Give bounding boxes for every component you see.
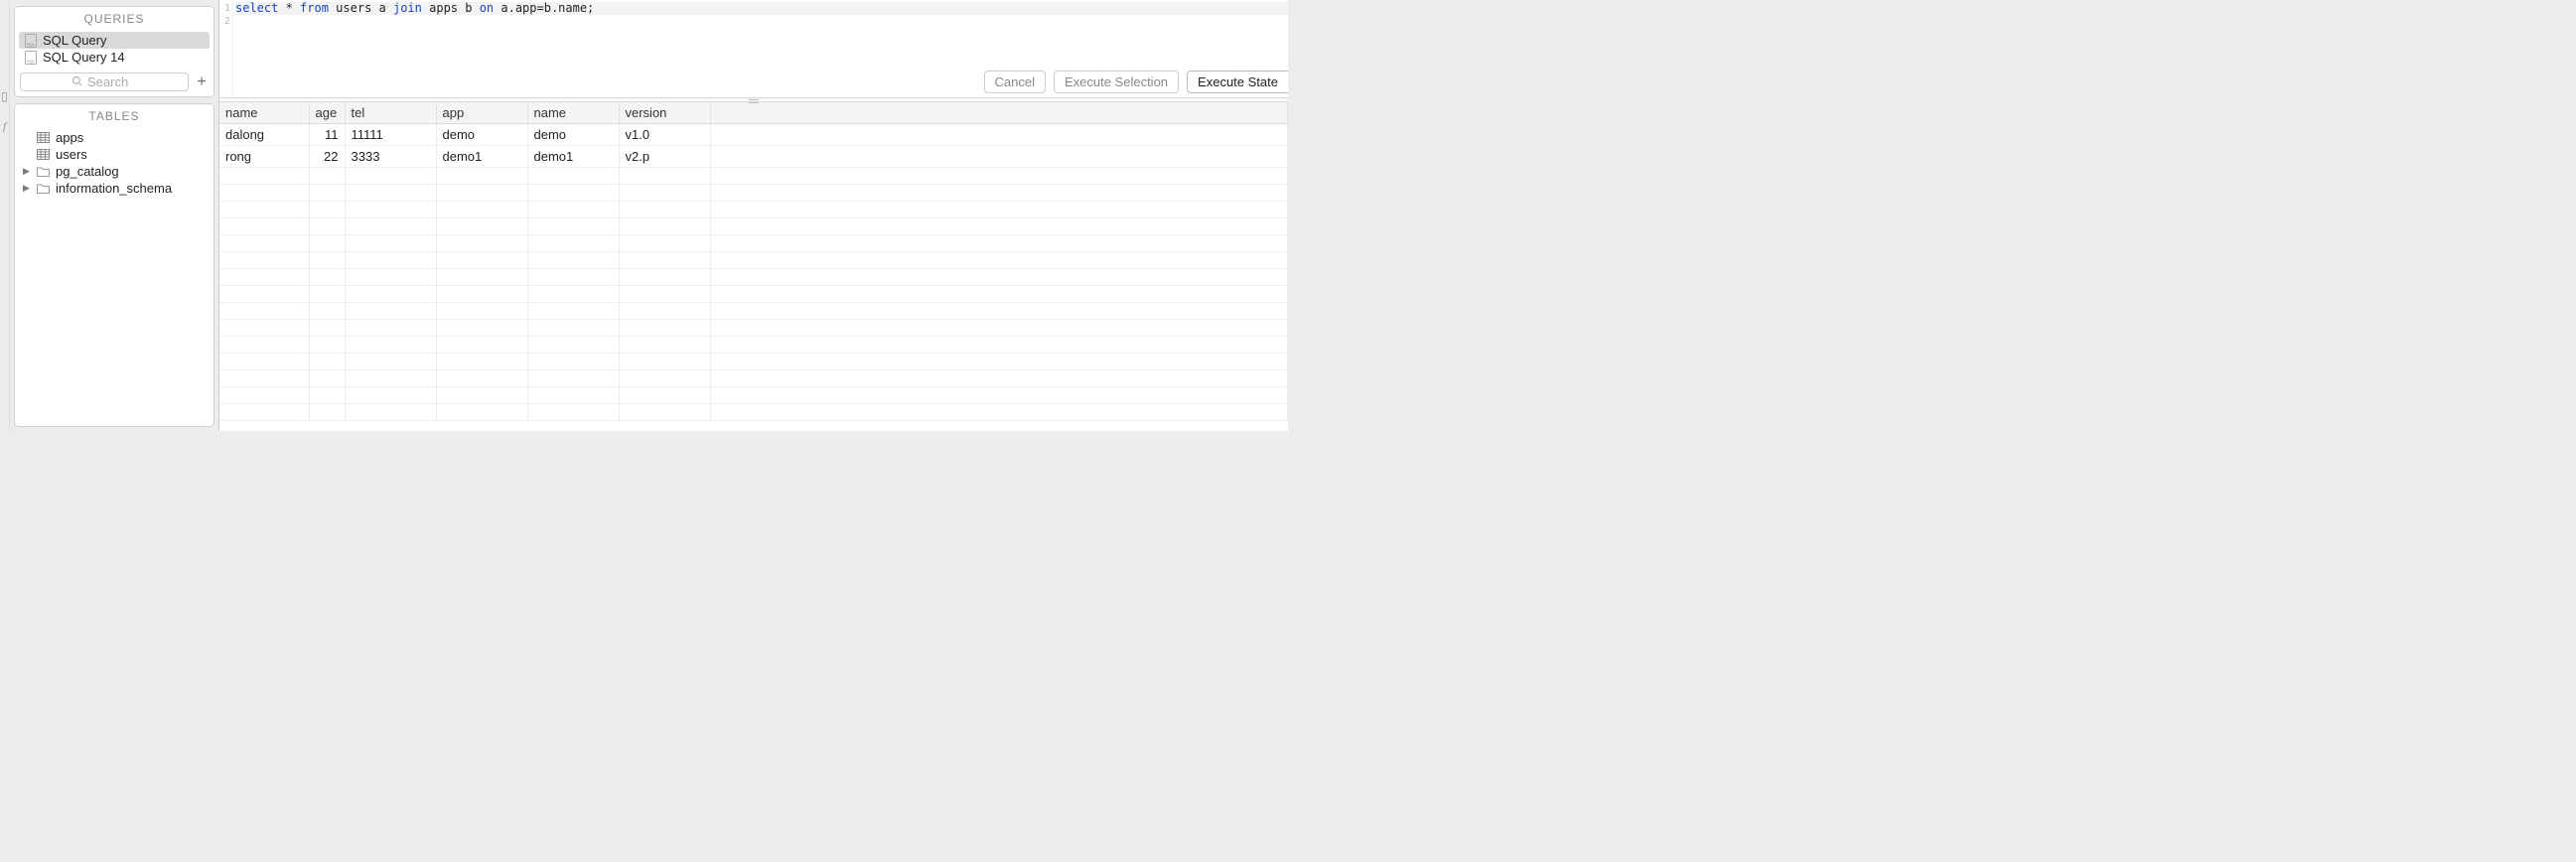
table-item[interactable]: users — [15, 146, 214, 163]
tables-header: TABLES — [15, 104, 214, 127]
app-root: ▯ f QUERIES SQL Query SQL Query 14 — [0, 0, 1288, 431]
editor-gutter: 1 2 — [219, 0, 233, 97]
column-header[interactable]: name — [527, 102, 619, 124]
cell[interactable]: dalong — [219, 124, 309, 146]
execute-statement-button[interactable]: Execute State — [1187, 71, 1288, 93]
sql-file-icon — [25, 34, 37, 48]
schema-item-label: pg_catalog — [56, 164, 119, 179]
tables-list: apps users ▶ pg_catalog ▶ — [15, 127, 214, 203]
table-item-label: apps — [56, 130, 83, 145]
rail-function-icon[interactable]: f — [0, 119, 10, 133]
cell[interactable]: 22 — [309, 146, 345, 168]
code-line[interactable]: select * from users a join apps b on a.a… — [235, 2, 1288, 15]
table-row — [219, 185, 1288, 202]
cancel-button[interactable]: Cancel — [984, 71, 1046, 93]
table-row — [219, 218, 1288, 235]
execute-selection-button[interactable]: Execute Selection — [1054, 71, 1179, 93]
sql-editor[interactable]: 1 2 select * from users a join apps b on… — [219, 0, 1288, 98]
column-header[interactable]: version — [619, 102, 710, 124]
table-row — [219, 235, 1288, 252]
table-row — [219, 320, 1288, 337]
editor-content[interactable]: select * from users a join apps b on a.a… — [233, 0, 1288, 15]
schema-item-label: information_schema — [56, 181, 172, 196]
cell[interactable]: rong — [219, 146, 309, 168]
table-item[interactable]: apps — [15, 129, 214, 146]
line-number: 2 — [219, 15, 230, 28]
disclosure-triangle-icon[interactable]: ▶ — [23, 183, 31, 194]
cell[interactable]: 11 — [309, 124, 345, 146]
query-item[interactable]: SQL Query — [19, 32, 210, 49]
table-header-row: name age tel app name version — [219, 102, 1288, 124]
disclosure-triangle-icon[interactable]: ▶ — [23, 166, 31, 177]
cell[interactable] — [710, 124, 1288, 146]
results-pane: name age tel app name version dalong 11 … — [219, 102, 1288, 431]
results-table: name age tel app name version dalong 11 … — [219, 102, 1288, 421]
search-icon — [72, 74, 82, 89]
table-row — [219, 303, 1288, 320]
table-row — [219, 337, 1288, 354]
query-item-label: SQL Query — [43, 33, 107, 48]
cell[interactable]: v2.p — [619, 146, 710, 168]
cell[interactable]: 3333 — [345, 146, 436, 168]
table-row — [219, 387, 1288, 404]
cell[interactable]: demo — [436, 124, 527, 146]
queries-list: SQL Query SQL Query 14 — [15, 30, 214, 70]
table-icon — [37, 149, 50, 160]
query-item[interactable]: SQL Query 14 — [19, 49, 210, 66]
sidebar: QUERIES SQL Query SQL Query 14 — [10, 0, 218, 431]
table-row — [219, 252, 1288, 269]
schema-item[interactable]: ▶ pg_catalog — [15, 163, 214, 180]
queries-header: QUERIES — [15, 7, 214, 30]
column-header[interactable]: name — [219, 102, 309, 124]
cell[interactable]: v1.0 — [619, 124, 710, 146]
left-rail: ▯ f — [0, 0, 10, 431]
column-header[interactable]: age — [309, 102, 345, 124]
table-row — [219, 286, 1288, 303]
editor-toolbar: Cancel Execute Selection Execute State — [984, 71, 1289, 93]
tables-panel: TABLES apps users ▶ — [14, 103, 215, 427]
queries-search-box[interactable] — [20, 72, 189, 91]
table-row — [219, 354, 1288, 370]
column-header[interactable] — [710, 102, 1288, 124]
cell[interactable]: demo1 — [527, 146, 619, 168]
queries-panel: QUERIES SQL Query SQL Query 14 — [14, 6, 215, 97]
cell[interactable] — [710, 146, 1288, 168]
cell[interactable]: demo — [527, 124, 619, 146]
line-number: 1 — [219, 2, 230, 15]
rail-tab-icon[interactable]: ▯ — [0, 89, 10, 103]
queries-search-row: + — [15, 70, 214, 96]
column-header[interactable]: tel — [345, 102, 436, 124]
schema-item[interactable]: ▶ information_schema — [15, 180, 214, 197]
search-input[interactable] — [87, 74, 137, 89]
main-area: 1 2 select * from users a join apps b on… — [218, 0, 1288, 431]
table-icon — [37, 132, 50, 143]
table-item-label: users — [56, 147, 87, 162]
cell[interactable]: 11111 — [345, 124, 436, 146]
table-row — [219, 168, 1288, 185]
table-row — [219, 370, 1288, 387]
add-query-button[interactable]: + — [195, 75, 209, 89]
table-row — [219, 202, 1288, 218]
folder-icon — [37, 183, 50, 194]
table-row — [219, 269, 1288, 286]
table-row[interactable]: dalong 11 11111 demo demo v1.0 — [219, 124, 1288, 146]
query-item-label: SQL Query 14 — [43, 50, 125, 65]
folder-icon — [37, 166, 50, 177]
sql-file-icon — [25, 51, 37, 65]
column-header[interactable]: app — [436, 102, 527, 124]
table-row — [219, 404, 1288, 421]
cell[interactable]: demo1 — [436, 146, 527, 168]
table-row[interactable]: rong 22 3333 demo1 demo1 v2.p — [219, 146, 1288, 168]
pane-splitter[interactable] — [219, 98, 1288, 102]
